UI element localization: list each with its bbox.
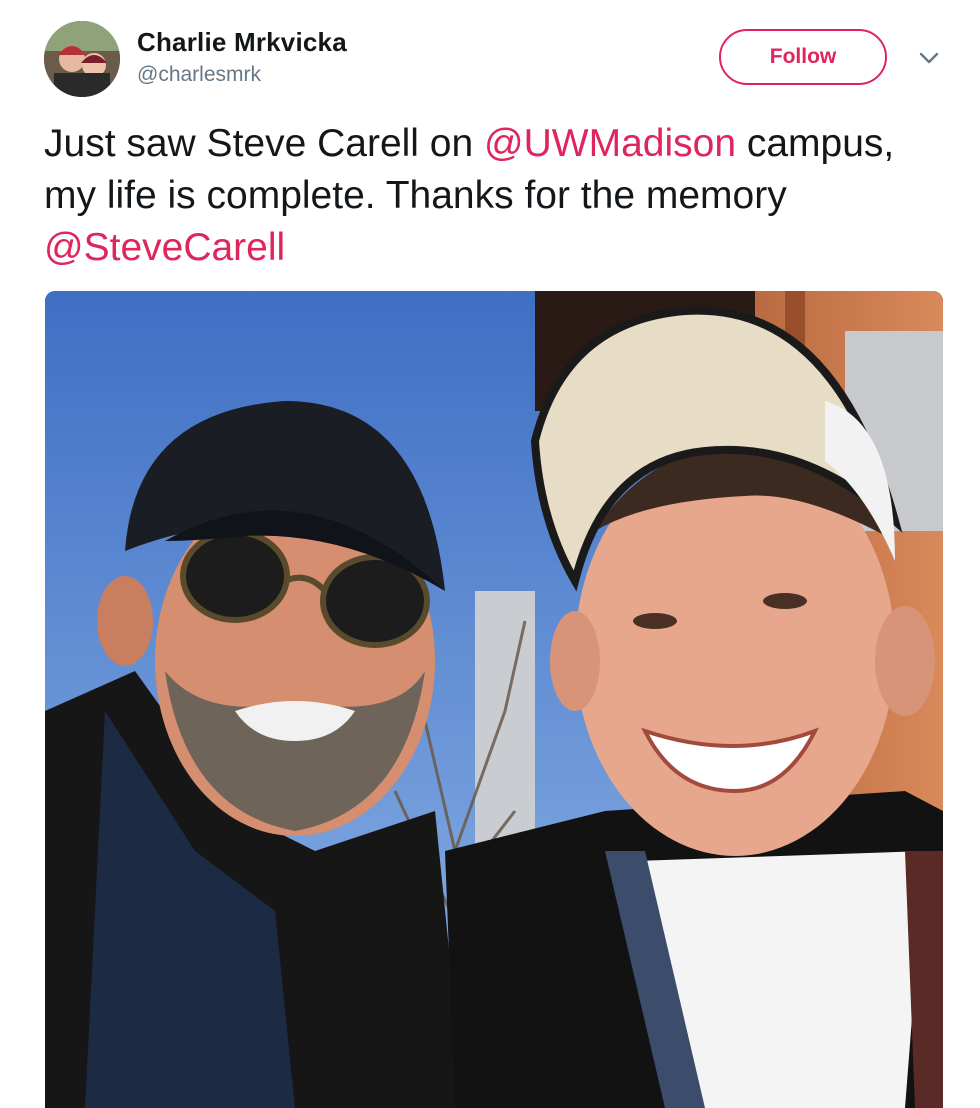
chevron-down-icon[interactable] <box>914 46 944 70</box>
follow-button[interactable]: Follow <box>719 29 887 85</box>
tweet-card: Charlie Mrkvicka @charlesmrk Follow Just… <box>0 0 980 1108</box>
author-avatar[interactable] <box>44 21 120 97</box>
mention-link-stevecarell[interactable]: @SteveCarell <box>44 226 285 269</box>
avatar-image <box>44 21 120 97</box>
author-handle[interactable]: @charlesmrk <box>137 63 261 87</box>
tweet-text: Just saw Steve Carell on @UWMadison camp… <box>44 118 944 274</box>
tweet-text-part: Just saw Steve Carell on <box>44 122 485 165</box>
author-display-name[interactable]: Charlie Mrkvicka <box>137 27 347 58</box>
photo-image <box>45 291 943 1108</box>
tweet-photo[interactable] <box>45 291 943 1108</box>
mention-link-uwmadison[interactable]: @UWMadison <box>484 122 736 165</box>
